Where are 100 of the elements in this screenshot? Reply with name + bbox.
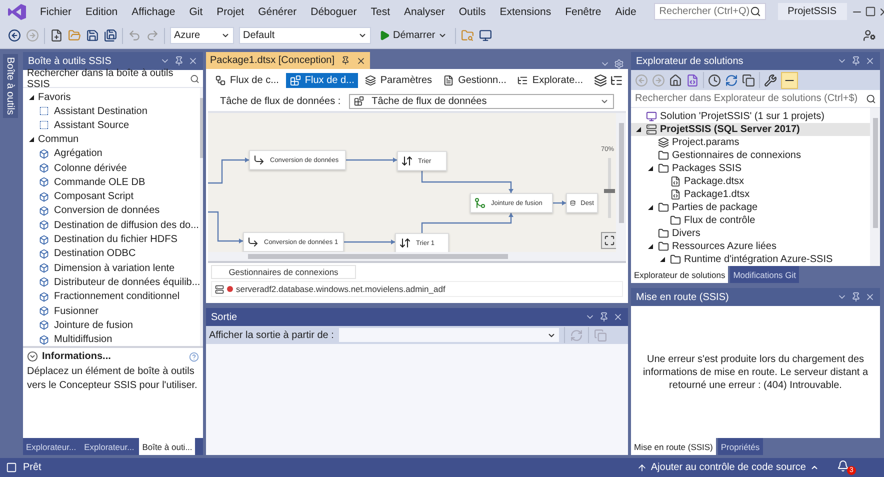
expander-icon[interactable] (635, 126, 642, 133)
designer-tab[interactable]: Gestionn... (439, 72, 510, 88)
menu-item[interactable]: Affichage (126, 4, 182, 20)
group-header[interactable]: Commun (23, 132, 200, 147)
pin-icon (851, 56, 861, 66)
scrollbar-thumb[interactable] (872, 118, 878, 228)
project-name: ProjetSSIS (778, 3, 847, 20)
designer-tab[interactable]: Paramètres (361, 72, 436, 88)
home-icon[interactable] (669, 74, 682, 86)
toolbox-item[interactable]: Jointure de fusion (23, 318, 200, 332)
menu-item[interactable]: Test (364, 4, 396, 20)
expander-icon[interactable] (647, 243, 654, 250)
toolbox-item[interactable]: Commande OLE DB (23, 175, 200, 190)
expander-icon[interactable] (28, 94, 35, 100)
zoom-thumb[interactable] (604, 188, 615, 193)
panel-tab[interactable]: Propriétés (718, 438, 763, 455)
file-icon[interactable] (686, 74, 699, 86)
connector-arrow (208, 158, 249, 184)
screen-icon[interactable] (479, 29, 492, 42)
connections-tab[interactable]: Gestionnaires de connexions (211, 265, 356, 279)
search-field[interactable]: Rechercher dans la boîte à outils SSIS (23, 70, 203, 88)
layers-icon[interactable] (594, 74, 607, 86)
menu-item[interactable]: Analyser (398, 4, 451, 20)
toolbox-item[interactable]: Assistant Source (23, 118, 200, 133)
toolbox-item[interactable]: Composant Script (23, 189, 200, 204)
source-control-button[interactable]: Ajouter au contrôle de code source (636, 462, 819, 473)
menu-item[interactable]: Outils (452, 4, 492, 20)
toolbox-item[interactable]: Destination ODBC (23, 246, 200, 261)
expander-icon[interactable] (659, 256, 666, 263)
panel-tab[interactable]: Mise en route (SSIS) (631, 438, 716, 455)
designer-tab[interactable]: Explorate... (513, 72, 588, 88)
copy-icon[interactable] (742, 74, 755, 86)
side-tab[interactable]: Boîte à outils (2, 54, 18, 118)
toolbox-item[interactable]: Destination du fichier HDFS (23, 232, 200, 247)
panel-tab[interactable]: Boîte à outi... (139, 438, 196, 455)
tree-item[interactable]: Parties de package (631, 201, 870, 214)
wrench-icon[interactable] (764, 74, 777, 86)
toolbox-item[interactable]: Dimension à variation lente (23, 260, 200, 276)
menu-item[interactable]: Extensions (494, 4, 558, 20)
tree-item[interactable]: Package1.dtsx (631, 188, 870, 201)
toolbox-item[interactable]: Assistant Destination (23, 104, 200, 118)
account-icon[interactable] (863, 29, 876, 42)
panel-title: Mise en route (SSIS) (636, 292, 729, 302)
menu-item[interactable]: Edition (80, 4, 124, 20)
expander-icon[interactable] (28, 136, 35, 144)
toolbox-item[interactable]: Conversion de données (23, 204, 200, 218)
toolbox-item[interactable]: Destination de diffusion des do... (23, 218, 200, 232)
toolbox-item[interactable]: Colonne dérivée (23, 160, 200, 176)
caret-icon (810, 463, 819, 472)
tree-item[interactable]: Project.params (631, 136, 870, 149)
tree-item[interactable]: Ressources Azure liées (631, 240, 870, 253)
group-header[interactable]: Favoris (23, 90, 200, 104)
tree-item[interactable]: Runtime d'intégration Azure-SSIS (631, 253, 870, 266)
search-field[interactable]: Rechercher dans Explorateur de solutions (Ctrl+$) (631, 90, 880, 108)
expander-icon[interactable] (647, 204, 654, 211)
toolbox-item[interactable]: Multidiffusion (23, 332, 200, 346)
component-icon (39, 220, 49, 230)
toolbox-item[interactable]: Fusionner (23, 304, 200, 318)
save-icon[interactable] (86, 29, 99, 42)
menu-item[interactable]: Aide (609, 4, 642, 20)
configuration-dropdown[interactable]: Default (239, 27, 371, 44)
scrollbar-thumb[interactable] (248, 254, 508, 259)
menu-item[interactable]: Déboguer (304, 4, 363, 20)
tree-item[interactable]: Packages SSIS (631, 162, 870, 175)
menu-item[interactable]: Fichier (34, 4, 78, 20)
search-field[interactable]: Rechercher (Ctrl+Q) (654, 3, 766, 20)
fit-button[interactable] (601, 232, 616, 249)
menu-item[interactable]: Projet (210, 4, 250, 20)
menu-item[interactable]: Fenêtre (559, 4, 608, 20)
platform-dropdown[interactable]: Azure (170, 27, 234, 44)
tree-item[interactable]: Solution 'ProjetSSIS' (1 sur 1 projets) (631, 110, 870, 123)
refresh-icon[interactable] (725, 74, 738, 86)
start-button[interactable]: Démarrer (376, 29, 450, 42)
list-icon[interactable] (610, 74, 623, 86)
task-dropdown[interactable]: Tâche de flux de données (348, 94, 614, 108)
designer-tab[interactable]: Flux de c... (211, 72, 283, 88)
save-all-icon[interactable] (104, 29, 117, 42)
menu-item[interactable]: Git (183, 4, 209, 20)
up-arrow-icon (636, 462, 647, 472)
toolbox-item[interactable]: Agrégation (23, 146, 200, 161)
toolbox-item[interactable]: Fractionnement conditionnel (23, 290, 200, 304)
back-icon[interactable] (8, 29, 21, 42)
maximize-icon[interactable] (864, 6, 876, 17)
tree-item[interactable]: Package.dtsx (631, 175, 870, 188)
expander-icon[interactable] (647, 165, 654, 172)
document-tab[interactable]: Package1.dtsx [Conception] (206, 52, 370, 69)
tree-item[interactable]: Flux de contrôle (631, 214, 870, 227)
tree-item[interactable]: Gestionnaires de connexions (631, 149, 870, 162)
panel-tab[interactable]: Modifications Git (730, 266, 800, 283)
new-file-icon[interactable] (50, 29, 63, 42)
panel-tab[interactable]: Explorateur de solutions (631, 266, 728, 283)
designer-tab[interactable]: Flux de d... (286, 72, 358, 88)
history-icon[interactable] (708, 74, 721, 86)
tree-item[interactable]: ProjetSSIS (SQL Server 2017) (631, 123, 870, 136)
connection-item[interactable]: serveradf2.database.windows.net.movielens.admin_adf (211, 281, 623, 297)
menu-item[interactable]: Générer (252, 4, 303, 20)
scrollbar-thumb[interactable] (618, 123, 624, 223)
toolbox-item[interactable]: Distributeur de données équilib... (23, 275, 200, 290)
connector-arrow (346, 158, 397, 162)
tree-item[interactable]: Divers (631, 227, 870, 240)
